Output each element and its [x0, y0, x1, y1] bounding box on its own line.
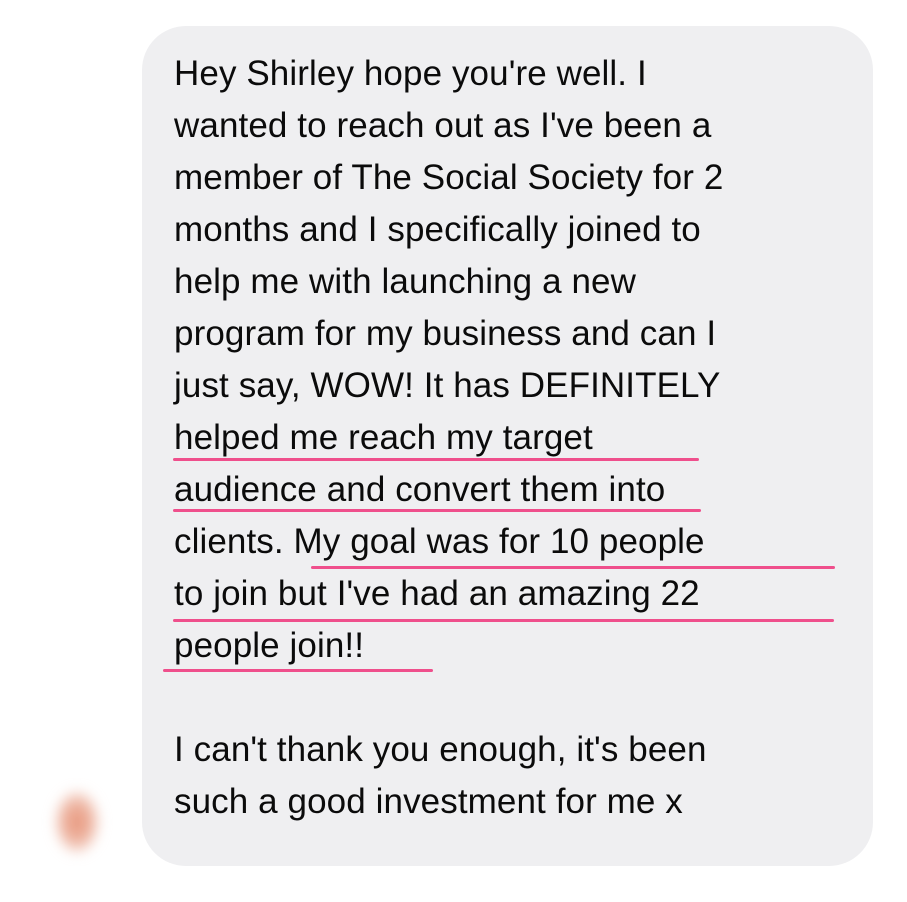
- message-line: program for my business and can I: [174, 314, 717, 353]
- message-line: wanted to reach out as I've been a: [174, 106, 712, 145]
- highlight-underline: [173, 509, 701, 512]
- message-line: I can't thank you enough, it's been: [174, 730, 707, 769]
- message-line: Hey Shirley hope you're well. I: [174, 54, 647, 93]
- highlight-underline: [173, 458, 699, 461]
- message-text: Hey Shirley hope you're well. I wanted t…: [174, 48, 854, 828]
- message-line: months and I specifically joined to: [174, 210, 701, 249]
- highlight-underline: [163, 669, 433, 672]
- message-line: just say, WOW! It has DEFINITELY: [174, 366, 721, 405]
- message-line: to join but I've had an amazing 22: [174, 574, 700, 613]
- message-line: member of The Social Society for 2: [174, 158, 724, 197]
- message-line: help me with launching a new: [174, 262, 636, 301]
- highlight-underline: [311, 566, 835, 569]
- message-line: people join!!: [174, 626, 365, 665]
- message-line: clients. My goal was for 10 people: [174, 522, 705, 561]
- sender-avatar[interactable]: [54, 790, 100, 854]
- message-line: such a good investment for me x: [174, 782, 683, 821]
- message-line: helped me reach my target: [174, 418, 593, 457]
- highlight-underline: [173, 619, 834, 622]
